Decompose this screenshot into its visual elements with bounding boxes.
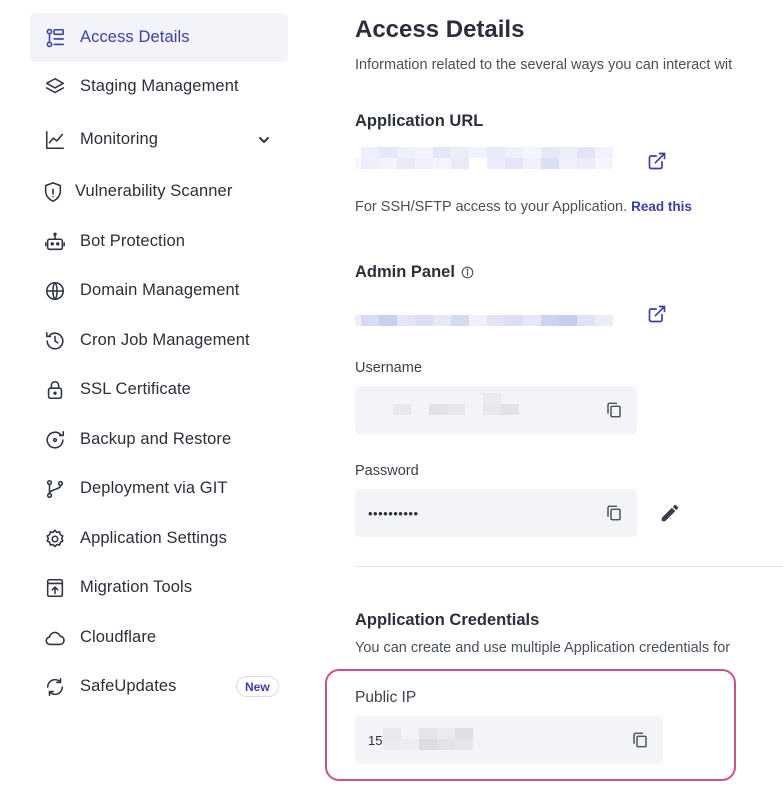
application-url-title: Application URL — [355, 112, 484, 130]
sidebar-item-domain-management[interactable]: Domain Management — [30, 266, 288, 315]
external-link-icon[interactable] — [647, 151, 667, 171]
sidebar-item-label: SSL Certificate — [80, 380, 191, 398]
shield-warning-icon — [42, 181, 64, 203]
sidebar-item-label: Access Details — [80, 28, 190, 46]
www-globe-icon — [44, 280, 66, 302]
sidebar-item-bot-protection[interactable]: Bot Protection — [30, 217, 288, 266]
history-clock-icon — [44, 330, 66, 352]
read-this-link[interactable]: Read this — [631, 199, 692, 214]
sidebar-item-label: Application Settings — [80, 529, 227, 547]
sidebar-item-label: Domain Management — [80, 281, 240, 299]
section-divider — [355, 566, 783, 567]
robot-icon — [44, 231, 66, 253]
username-field[interactable] — [355, 386, 637, 434]
page-title: Access Details — [355, 16, 525, 43]
password-field[interactable]: •••••••••• — [355, 489, 637, 537]
info-icon[interactable] — [461, 265, 474, 279]
username-label: Username — [355, 360, 422, 376]
sidebar: Access Details Staging Management Monito… — [0, 0, 300, 792]
ssh-sftp-note: For SSH/SFTP access to your Application.… — [355, 199, 692, 215]
lock-icon — [44, 379, 66, 401]
chart-line-icon — [44, 129, 66, 151]
page-description: Information related to the several ways … — [355, 57, 733, 73]
sidebar-item-cloudflare[interactable]: Cloudflare — [30, 613, 288, 662]
password-value: •••••••••• — [368, 505, 419, 521]
sidebar-item-safeupdates[interactable]: SafeUpdates New — [30, 662, 288, 711]
password-label: Password — [355, 463, 419, 479]
sidebar-item-migration-tools[interactable]: Migration Tools — [30, 563, 288, 612]
username-value — [375, 393, 537, 415]
sidebar-item-label: Backup and Restore — [80, 430, 232, 448]
copy-icon[interactable] — [605, 504, 623, 522]
chevron-down-icon[interactable] — [256, 132, 272, 148]
sidebar-item-label: SafeUpdates — [80, 677, 177, 695]
sidebar-item-vulnerability-scanner[interactable]: Vulnerability Scanner — [30, 167, 288, 216]
sidebar-item-staging-management[interactable]: Staging Management — [30, 62, 288, 111]
admin-panel-title: Admin Panel — [355, 263, 474, 282]
admin-panel-url-value[interactable] — [355, 315, 613, 331]
sidebar-item-label: Cloudflare — [80, 628, 157, 646]
new-badge: New — [236, 676, 279, 697]
layers-icon — [44, 76, 66, 98]
sidebar-item-application-settings[interactable]: Application Settings — [30, 514, 288, 563]
sidebar-item-backup-and-restore[interactable]: Backup and Restore — [30, 415, 288, 464]
sidebar-item-label: Deployment via GIT — [80, 479, 228, 497]
sidebar-item-ssl-certificate[interactable]: SSL Certificate — [30, 365, 288, 414]
sidebar-item-label: Vulnerability Scanner — [75, 182, 233, 200]
copy-icon[interactable] — [605, 401, 623, 419]
external-link-icon[interactable] — [647, 304, 667, 324]
public-ip-highlight — [325, 669, 736, 781]
sidebar-item-access-details[interactable]: Access Details — [30, 13, 288, 62]
application-credentials-description: You can create and use multiple Applicat… — [355, 640, 731, 656]
cloud-icon — [44, 627, 66, 649]
sidebar-item-label: Migration Tools — [80, 578, 193, 596]
application-url-value[interactable] — [355, 147, 613, 169]
sidebar-item-monitoring[interactable]: Monitoring — [30, 115, 288, 164]
sidebar-item-cron-job-management[interactable]: Cron Job Management — [30, 316, 288, 365]
access-details-icon — [44, 27, 66, 49]
edit-pencil-icon[interactable] — [659, 502, 681, 524]
sidebar-item-label: Cron Job Management — [80, 331, 250, 349]
backup-restore-icon — [44, 429, 66, 451]
sidebar-item-deployment-via-git[interactable]: Deployment via GIT — [30, 464, 288, 513]
sidebar-item-label: Staging Management — [80, 77, 239, 95]
sidebar-item-label: Monitoring — [80, 130, 159, 148]
gear-icon — [44, 528, 66, 550]
migration-icon — [44, 577, 66, 599]
sidebar-item-label: Bot Protection — [80, 232, 186, 250]
refresh-icon — [44, 676, 66, 698]
application-credentials-title: Application Credentials — [355, 611, 540, 629]
git-branch-icon — [44, 478, 66, 500]
